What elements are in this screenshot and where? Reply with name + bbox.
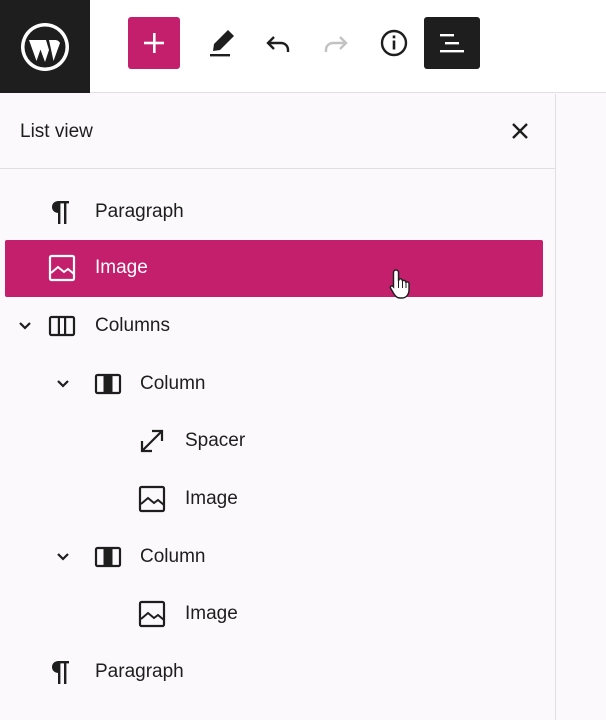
list-item-label: Columns	[95, 315, 170, 336]
close-list-view-button[interactable]	[505, 116, 535, 146]
list-item-label: Column	[140, 373, 206, 394]
list-view-header: List view	[0, 94, 555, 169]
chevron-down-icon[interactable]	[15, 316, 35, 336]
chevron-down-icon[interactable]	[53, 547, 73, 567]
info-icon	[380, 29, 408, 57]
list-item-paragraph[interactable]: Paragraph	[5, 184, 543, 241]
list-view-icon	[440, 34, 464, 53]
close-icon	[512, 123, 528, 139]
redo-button[interactable]	[310, 17, 362, 69]
list-item-column[interactable]: Column	[5, 356, 543, 413]
column-icon	[93, 369, 123, 399]
undo-icon	[266, 36, 290, 52]
image-icon	[137, 599, 167, 629]
spacer-icon	[137, 426, 167, 456]
list-item-label: Paragraph	[95, 201, 184, 222]
columns-icon	[47, 311, 77, 341]
details-button[interactable]	[368, 17, 420, 69]
list-item-label: Paragraph	[95, 661, 184, 682]
redo-icon	[324, 36, 348, 52]
panel-title: List view	[20, 121, 93, 142]
pointer-hand-icon	[389, 269, 410, 299]
wordpress-logo-icon	[21, 22, 69, 71]
pencil-icon	[210, 30, 234, 57]
plus-icon	[144, 33, 164, 53]
list-item-label: Spacer	[185, 430, 246, 451]
list-item-image-selected[interactable]: Image	[5, 240, 543, 297]
list-item-paragraph[interactable]: Paragraph	[5, 644, 543, 701]
list-item-columns[interactable]: Columns	[5, 298, 543, 355]
list-item-image[interactable]: Image	[5, 586, 543, 643]
wordpress-logo-button[interactable]	[0, 0, 90, 93]
image-icon	[137, 484, 167, 514]
list-item-label: Image	[95, 257, 148, 278]
list-item-column[interactable]: Column	[5, 529, 543, 586]
add-block-button[interactable]	[128, 17, 180, 69]
chevron-down-icon[interactable]	[53, 374, 73, 394]
paragraph-icon	[47, 197, 77, 227]
editor-toolbar	[0, 0, 606, 93]
tools-button[interactable]	[196, 17, 248, 69]
column-icon	[93, 542, 123, 572]
list-view-toggle-button[interactable]	[424, 17, 480, 69]
list-item-spacer[interactable]: Spacer	[5, 413, 543, 470]
list-item-image[interactable]: Image	[5, 471, 543, 528]
list-item-label: Image	[185, 603, 238, 624]
paragraph-icon	[47, 657, 77, 687]
undo-button[interactable]	[252, 17, 304, 69]
image-icon	[47, 253, 77, 283]
list-item-label: Column	[140, 546, 206, 567]
list-item-label: Image	[185, 488, 238, 509]
